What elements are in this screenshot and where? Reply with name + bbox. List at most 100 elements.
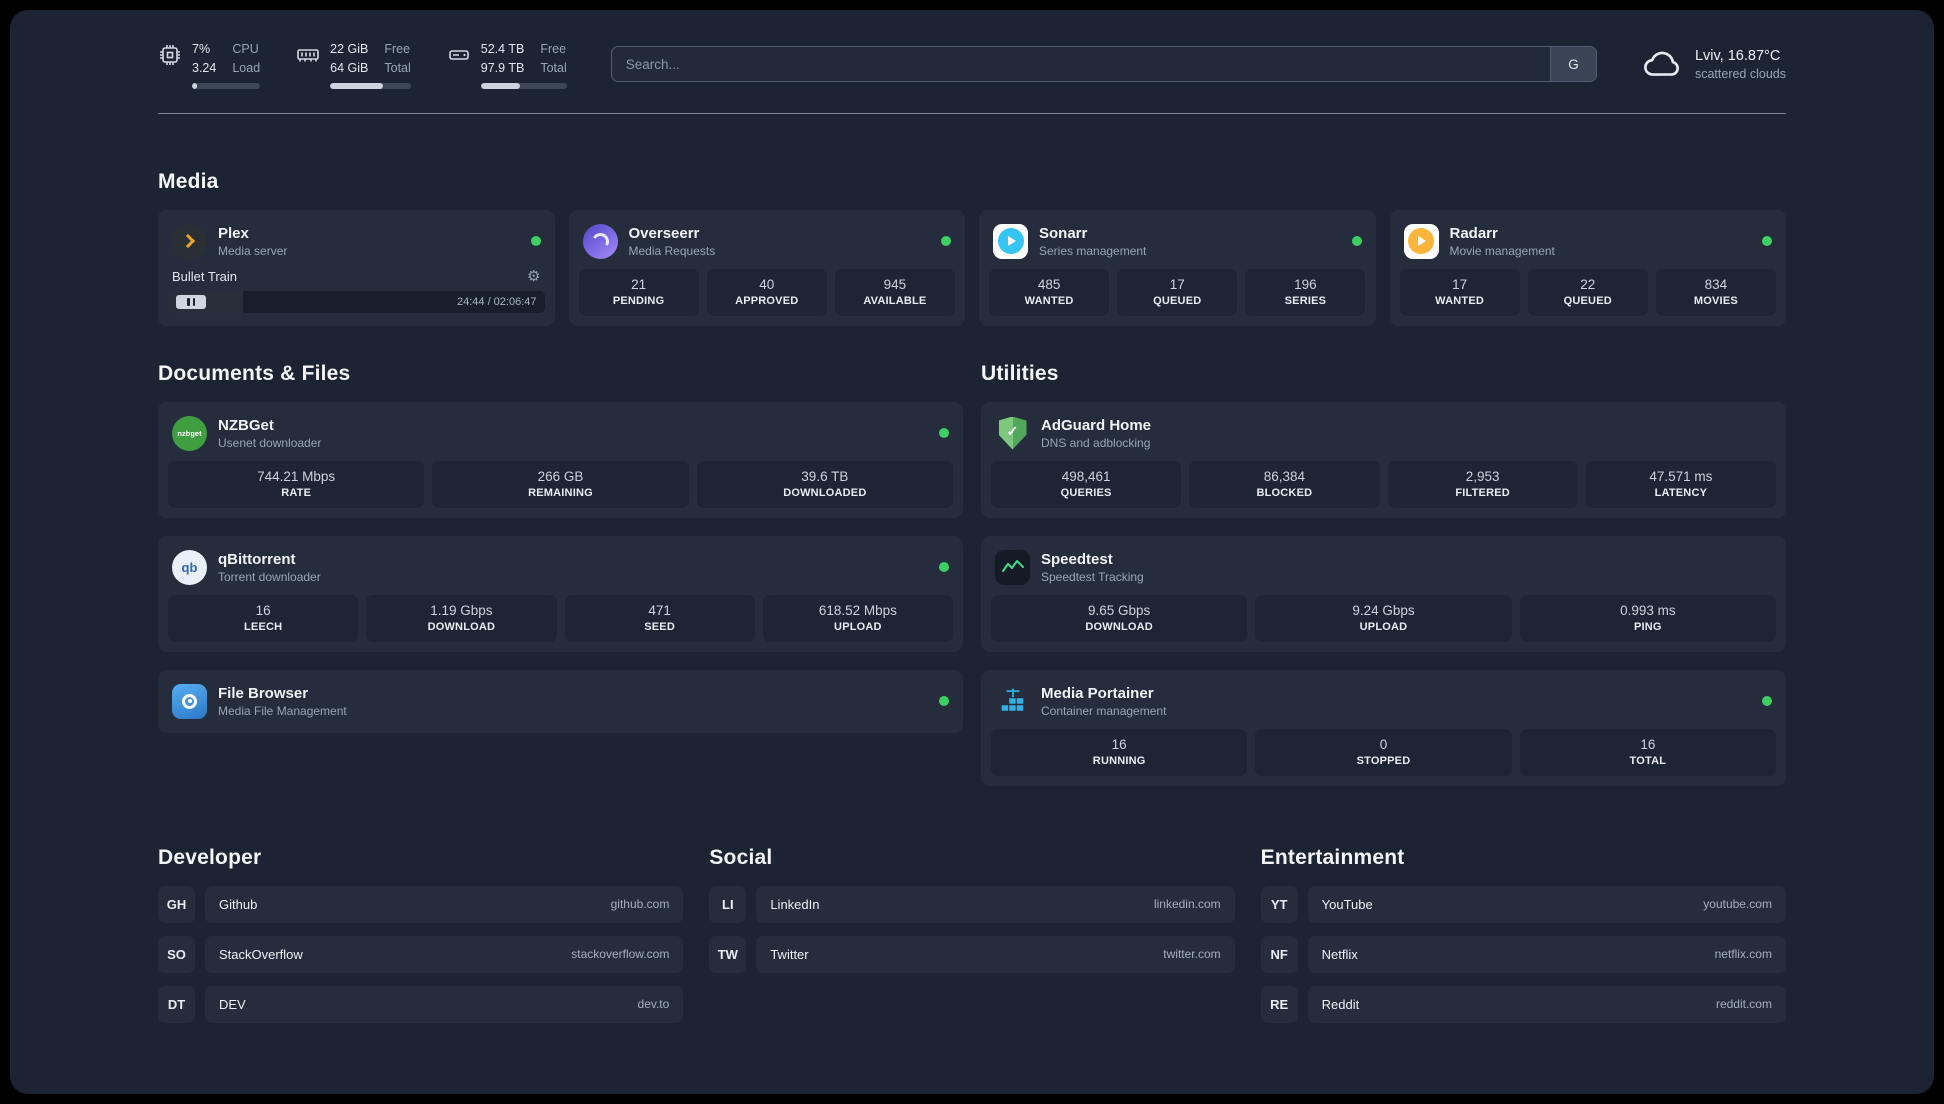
service-subtitle: Usenet downloader [218, 435, 322, 450]
bookmark-domain: dev.to [637, 997, 670, 1011]
search-input[interactable] [611, 47, 1550, 82]
plex-now-playing: Bullet Train ⚙ 24:44 / 02:06:47 [168, 269, 545, 313]
bookmark-twitter[interactable]: TW Twitter twitter.com [709, 935, 1235, 973]
stat-label: MOVIES [1693, 294, 1738, 307]
bookmark-name: Github [219, 896, 258, 912]
qbittorrent-icon: qb [172, 549, 207, 585]
service-card-overseerr[interactable]: Overseerr Media Requests 21 PENDING 40 A… [568, 209, 965, 326]
service-subtitle: Media server [218, 243, 288, 258]
search-bar: G [610, 46, 1597, 83]
stat-value: 16 [1111, 736, 1127, 752]
service-card-filebrowser[interactable]: File Browser Media File Management [158, 669, 963, 733]
stat-tile: 86,384 BLOCKED [1189, 460, 1380, 508]
stat-value: 17 [1452, 276, 1468, 292]
stat-value: 485 [1037, 276, 1061, 292]
stat-value: 47.571 ms [1649, 468, 1713, 484]
cpu-icon [160, 45, 180, 65]
search-provider-button[interactable]: G [1549, 47, 1596, 82]
disk-widget: 52.4 TB 97.9 TB Free Total [447, 40, 567, 89]
section-documents: Documents & Files nzbget NZBGet Usenet d… [158, 362, 963, 733]
section-utilities: Utilities ✓ AdGuard Home DNS and adblock… [981, 362, 1786, 786]
adguard-icon: ✓ [995, 416, 1030, 451]
stat-value: 9.24 Gbps [1352, 602, 1415, 618]
pause-button[interactable] [176, 294, 206, 309]
stat-label: SEED [644, 620, 675, 633]
stat-value: 39.6 TB [801, 468, 849, 484]
status-dot [939, 428, 949, 438]
memory-total-label: Total [384, 60, 411, 75]
bookmark-name: Twitter [770, 946, 809, 962]
service-card-speedtest[interactable]: Speedtest Speedtest Tracking 9.65 Gbps D… [981, 535, 1786, 652]
bookmark-github[interactable]: GH Github github.com [158, 885, 684, 923]
service-card-radarr[interactable]: Radarr Movie management 17 WANTED 22 QUE… [1389, 209, 1786, 326]
stat-tile: 485 WANTED [989, 268, 1110, 316]
stat-label: SERIES [1284, 294, 1327, 307]
bookmark-dev[interactable]: DT DEV dev.to [158, 985, 684, 1023]
bookmark-linkedin[interactable]: LI LinkedIn linkedin.com [709, 885, 1235, 923]
bookmark-domain: twitter.com [1163, 947, 1221, 961]
section-title-developer: Developer [158, 845, 262, 869]
section-title-media: Media [158, 169, 219, 193]
stat-tile: 0 STOPPED [1255, 728, 1512, 776]
disk-usage-bar [480, 82, 567, 89]
stat-label: UPLOAD [1359, 620, 1408, 633]
stat-tile: 21 PENDING [578, 268, 699, 316]
dashboard-window: 7% 3.24 CPU Load 22 GiB 64 GiB Free Tota… [10, 10, 1934, 1094]
service-card-adguard[interactable]: ✓ AdGuard Home DNS and adblocking 498,46… [981, 401, 1786, 518]
speedtest-icon [995, 549, 1030, 585]
status-dot [1351, 236, 1362, 246]
stat-value: 196 [1294, 276, 1317, 292]
playback-progress-bar[interactable]: 24:44 / 02:06:47 [168, 290, 545, 313]
stat-value: 21 [631, 276, 647, 292]
bookmark-abbr: GH [158, 885, 195, 923]
service-card-sonarr[interactable]: Sonarr Series management 485 WANTED 17 Q… [979, 209, 1376, 326]
stat-value: 266 GB [537, 468, 584, 484]
bookmark-name: YouTube [1321, 896, 1373, 912]
stat-value: 9.65 Gbps [1088, 602, 1151, 618]
bookmark-abbr: LI [709, 885, 747, 923]
stat-value: 0 [1379, 736, 1388, 752]
service-subtitle: DNS and adblocking [1041, 435, 1151, 450]
cpu-widget: 7% 3.24 CPU Load [158, 40, 261, 89]
bookmark-name: Reddit [1321, 996, 1360, 1012]
service-subtitle: Series management [1039, 243, 1147, 258]
section-title-utilities: Utilities [981, 361, 1059, 385]
service-card-portainer[interactable]: Media Portainer Container management 16 … [981, 669, 1786, 786]
stat-value: 17 [1169, 276, 1185, 292]
stat-tile: 498,461 QUERIES [991, 460, 1182, 508]
bookmark-domain: github.com [610, 897, 670, 911]
stat-tile: 744.21 Mbps RATE [168, 460, 425, 508]
stat-value: 0.993 ms [1620, 602, 1676, 618]
stat-label: LEECH [243, 620, 283, 633]
status-dot [530, 236, 541, 246]
stat-value: 1.19 Gbps [430, 602, 493, 618]
bookmark-name: LinkedIn [770, 896, 820, 912]
weather-description: scattered clouds [1694, 66, 1786, 81]
cpu-label: CPU [232, 42, 259, 56]
stat-tile: 16 LEECH [168, 594, 359, 642]
overseerr-icon [582, 223, 618, 259]
bookmark-netflix[interactable]: NF Netflix netflix.com [1260, 935, 1786, 973]
service-card-nzbget[interactable]: nzbget NZBGet Usenet downloader 744.21 M… [158, 401, 963, 518]
stat-label: UPLOAD [834, 620, 882, 633]
section-media: Media Plex Media server Bullet Train ⚙ 2… [158, 170, 1786, 326]
stat-value: 16 [1640, 736, 1656, 752]
sonarr-icon [993, 223, 1028, 259]
service-card-qbittorrent[interactable]: qb qBittorrent Torrent downloader 16 LEE… [158, 535, 963, 652]
stat-label: BLOCKED [1256, 486, 1313, 499]
service-subtitle: Media Requests [628, 243, 716, 258]
stat-value: 471 [648, 602, 671, 618]
now-playing-title: Bullet Train [172, 268, 238, 284]
bookmark-name: Netflix [1321, 946, 1358, 962]
service-card-plex[interactable]: Plex Media server Bullet Train ⚙ 24:44 /… [158, 209, 555, 326]
settings-gear-icon[interactable]: ⚙ [527, 269, 540, 284]
service-subtitle: Speedtest Tracking [1041, 569, 1144, 584]
bookmark-stackoverflow[interactable]: SO StackOverflow stackoverflow.com [158, 935, 684, 973]
service-name: Speedtest [1041, 550, 1113, 568]
service-name: File Browser [218, 684, 309, 702]
stat-label: FILTERED [1455, 486, 1510, 499]
bookmark-youtube[interactable]: YT YouTube youtube.com [1260, 885, 1786, 923]
section-developer: Developer GH Github github.com SO StackO… [158, 845, 684, 1023]
bookmark-reddit[interactable]: RE Reddit reddit.com [1260, 985, 1786, 1023]
stat-tile: 9.24 Gbps UPLOAD [1255, 594, 1512, 642]
